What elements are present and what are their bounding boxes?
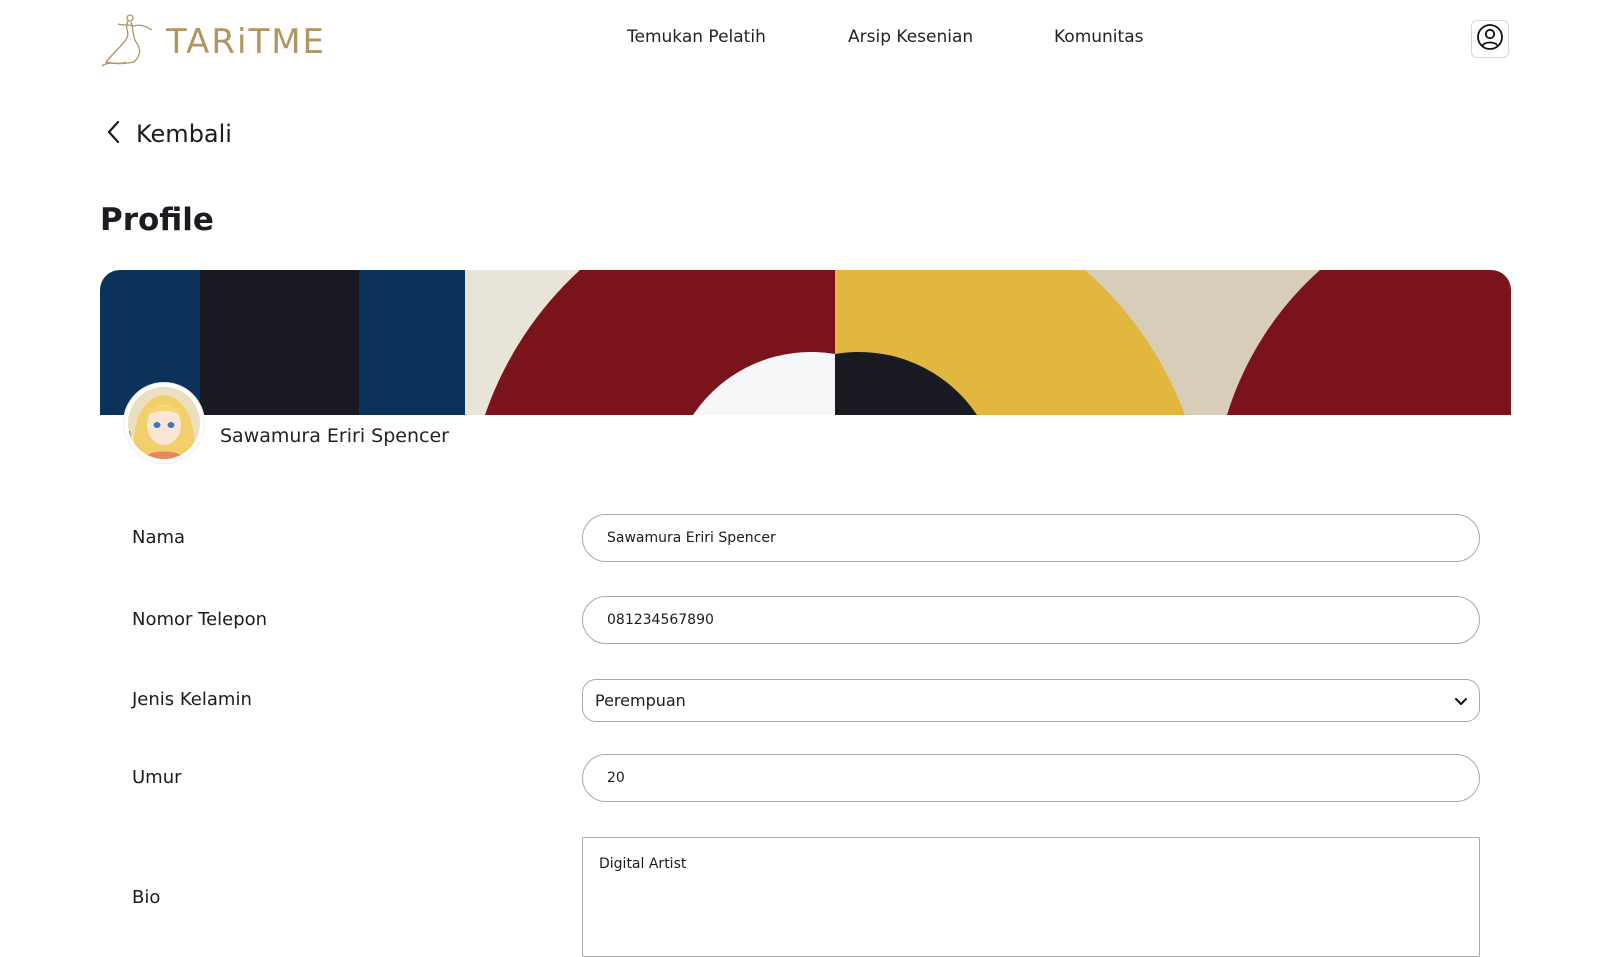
jenis-kelamin-label: Jenis Kelamin <box>132 689 252 710</box>
umur-input[interactable] <box>582 754 1480 802</box>
nav-item-komunitas[interactable]: Komunitas <box>1054 27 1143 47</box>
brand-name: TARiTME <box>166 22 327 62</box>
jenis-kelamin-select[interactable]: Perempuan <box>582 679 1480 722</box>
nama-input[interactable] <box>582 514 1480 562</box>
bio-textarea[interactable]: Digital Artist <box>582 837 1480 957</box>
chevron-down-icon <box>1455 691 1467 710</box>
jenis-kelamin-value: Perempuan <box>595 691 686 710</box>
nama-label: Nama <box>132 527 186 548</box>
back-link[interactable]: Kembali <box>104 119 232 149</box>
profile-display-name: Sawamura Eriri Spencer <box>220 425 449 447</box>
dancer-logo-icon <box>100 12 156 72</box>
banner-block-navy-right <box>359 270 465 415</box>
user-menu-button[interactable] <box>1471 20 1509 58</box>
umur-label: Umur <box>132 767 182 788</box>
nav-item-temukan-pelatih[interactable]: Temukan Pelatih <box>627 27 766 47</box>
brand-logo[interactable]: TARiTME <box>100 12 326 72</box>
nomor-telepon-input[interactable] <box>582 596 1480 644</box>
profile-banner <box>100 270 1511 415</box>
banner-block-dark <box>200 270 359 415</box>
user-circle-icon <box>1476 23 1504 55</box>
chevron-left-icon <box>104 119 124 149</box>
top-navbar: TARiTME Temukan Pelatih Arsip Kesenian K… <box>0 0 1615 80</box>
back-label: Kembali <box>136 120 232 148</box>
page-title: Profile <box>100 202 214 238</box>
nomor-telepon-label: Nomor Telepon <box>132 609 268 630</box>
avatar[interactable] <box>124 383 204 463</box>
bio-label: Bio <box>132 887 161 908</box>
nav-item-arsip-kesenian[interactable]: Arsip Kesenian <box>848 27 973 47</box>
